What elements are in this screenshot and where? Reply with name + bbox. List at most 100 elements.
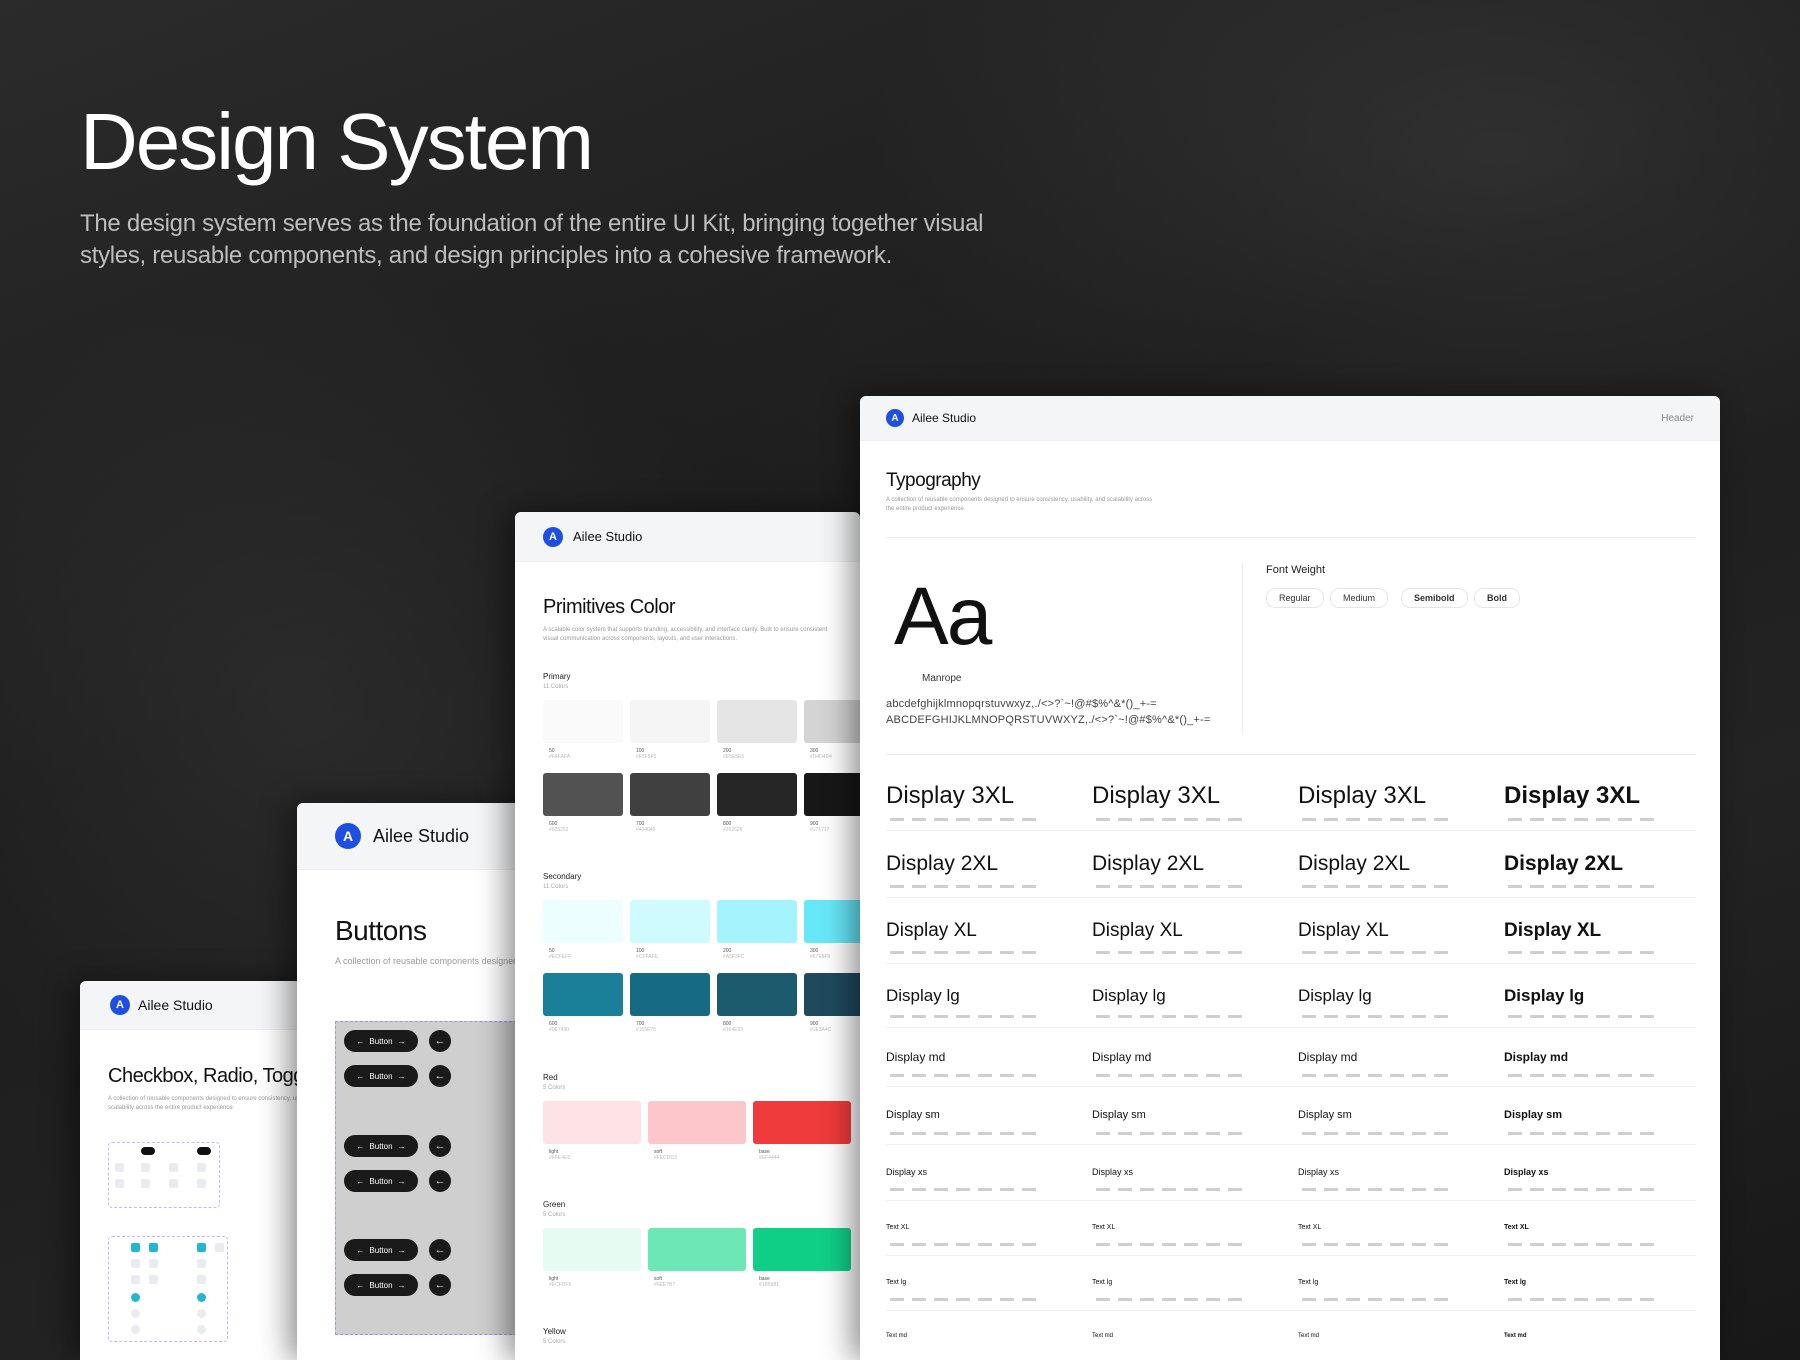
checkbox[interactable]: [149, 1243, 158, 1252]
swatch-caption: 900 #1E3A4C: [810, 1021, 831, 1033]
toggle-switch[interactable]: [141, 1147, 155, 1155]
type-scale-sample: Display XL: [886, 920, 977, 941]
type-scale-sample: Display 2XL: [1092, 852, 1205, 875]
checkbox[interactable]: [197, 1275, 206, 1284]
radio-button[interactable]: [131, 1309, 140, 1318]
color-swatch[interactable]: [804, 900, 860, 943]
toggle-placeholder: [141, 1179, 150, 1188]
palette-name: Secondary: [543, 872, 582, 881]
icon-button[interactable]: ←: [429, 1170, 451, 1192]
button-label: Button: [369, 1141, 393, 1151]
color-swatch[interactable]: [804, 700, 860, 743]
color-swatch[interactable]: [543, 973, 623, 1016]
type-scale-sample: Text md: [1298, 1333, 1320, 1339]
type-spec-meta: [1508, 951, 1658, 954]
divider: [1242, 564, 1243, 734]
color-swatch[interactable]: [804, 773, 860, 816]
icon-button[interactable]: ←: [429, 1030, 451, 1052]
ailee-logo-icon: A: [110, 995, 130, 1015]
icon-button[interactable]: ←: [429, 1065, 451, 1087]
swatch-caption: soft #FECDD3: [654, 1149, 677, 1161]
icon-button[interactable]: ←: [429, 1135, 451, 1157]
type-spec-meta: [1096, 1188, 1246, 1191]
type-scale-sample: Display 3XL: [886, 782, 1015, 809]
header-label: Header: [1661, 412, 1694, 424]
type-scale-sample: Text md: [886, 1333, 908, 1339]
type-spec-meta: [1508, 885, 1658, 888]
color-swatch[interactable]: [543, 773, 623, 816]
sample-button[interactable]: ← Button →: [344, 1274, 418, 1296]
checkbox[interactable]: [131, 1275, 140, 1284]
color-swatch[interactable]: [630, 773, 710, 816]
checkbox[interactable]: [197, 1259, 206, 1268]
brand-name: Ailee Studio: [138, 997, 213, 1013]
checkbox[interactable]: [197, 1243, 206, 1252]
sample-button[interactable]: ← Button →: [344, 1170, 418, 1192]
ailee-logo-icon: A: [335, 823, 361, 849]
color-swatch[interactable]: [543, 1101, 641, 1144]
type-scale-sample: Text lg: [886, 1279, 907, 1286]
checkbox-radio-group: [108, 1236, 228, 1342]
type-spec-meta: [1508, 818, 1658, 821]
color-swatch[interactable]: [543, 700, 623, 743]
checkbox[interactable]: [131, 1259, 140, 1268]
type-spec-meta: [1508, 1188, 1658, 1191]
color-swatch[interactable]: [543, 1228, 641, 1271]
type-spec-meta: [890, 951, 1040, 954]
radio-button[interactable]: [197, 1325, 206, 1334]
checkbox[interactable]: [149, 1275, 158, 1284]
type-spec-meta: [1302, 951, 1452, 954]
radio-button[interactable]: [131, 1325, 140, 1334]
arrow-right-icon: →: [397, 1245, 406, 1255]
icon-button[interactable]: ←: [429, 1274, 451, 1296]
color-swatch[interactable]: [717, 973, 797, 1016]
type-scale-sample: Display 3XL: [1298, 782, 1427, 809]
sample-button[interactable]: ← Button →: [344, 1239, 418, 1261]
row-divider: [886, 830, 1696, 831]
color-swatch[interactable]: [630, 900, 710, 943]
weight-chip-medium[interactable]: Medium: [1330, 588, 1389, 608]
type-scale-sample: Text lg: [1092, 1279, 1113, 1286]
radio-button[interactable]: [197, 1293, 206, 1302]
type-scale-sample: Text XL: [1298, 1224, 1322, 1231]
color-swatch[interactable]: [804, 973, 860, 1016]
swatch-hex: #171717: [810, 827, 830, 833]
weight-chip-bold[interactable]: Bold: [1474, 588, 1520, 608]
icon-button[interactable]: ←: [429, 1239, 451, 1261]
toggle-switch[interactable]: [197, 1147, 211, 1155]
swatch-hex: #A5F3FC: [723, 954, 745, 960]
type-scale-sample: Display md: [1298, 1050, 1358, 1064]
type-scale-sample: Display lg: [1092, 986, 1166, 1005]
swatch-hex: #ECFDF5: [549, 1282, 572, 1288]
button-label: Button: [369, 1176, 393, 1186]
weight-chip-regular[interactable]: Regular: [1266, 588, 1324, 608]
color-swatch[interactable]: [753, 1228, 851, 1271]
color-swatch[interactable]: [648, 1101, 746, 1144]
color-swatch[interactable]: [717, 700, 797, 743]
radio-button[interactable]: [131, 1293, 140, 1302]
checkbox[interactable]: [131, 1243, 140, 1252]
page-title: Design System: [80, 97, 594, 186]
sample-button[interactable]: ← Button →: [344, 1030, 418, 1052]
color-swatch[interactable]: [717, 773, 797, 816]
type-spec-meta: [1096, 885, 1246, 888]
swatch-hex: #D4D4D4: [810, 754, 832, 760]
sample-button[interactable]: ← Button →: [344, 1135, 418, 1157]
radio-button[interactable]: [197, 1309, 206, 1318]
sample-button[interactable]: ← Button →: [344, 1065, 418, 1087]
checkbox[interactable]: [149, 1259, 158, 1268]
swatch-hex: #67E8F9: [810, 954, 831, 960]
primitives-color-card: A Ailee Studio Primitives Color A scalab…: [515, 512, 860, 1360]
type-spec-meta: [890, 818, 1040, 821]
color-swatch[interactable]: [630, 700, 710, 743]
color-swatch[interactable]: [630, 973, 710, 1016]
type-spec-meta: [890, 1188, 1040, 1191]
type-scale-sample: Display md: [1504, 1050, 1569, 1064]
weight-chip-semibold[interactable]: Semibold: [1401, 588, 1468, 608]
color-swatch[interactable]: [648, 1228, 746, 1271]
arrow-left-icon: ←: [434, 1035, 446, 1047]
color-swatch[interactable]: [717, 900, 797, 943]
checkbox[interactable]: [215, 1243, 224, 1252]
color-swatch[interactable]: [753, 1101, 851, 1144]
color-swatch[interactable]: [543, 900, 623, 943]
